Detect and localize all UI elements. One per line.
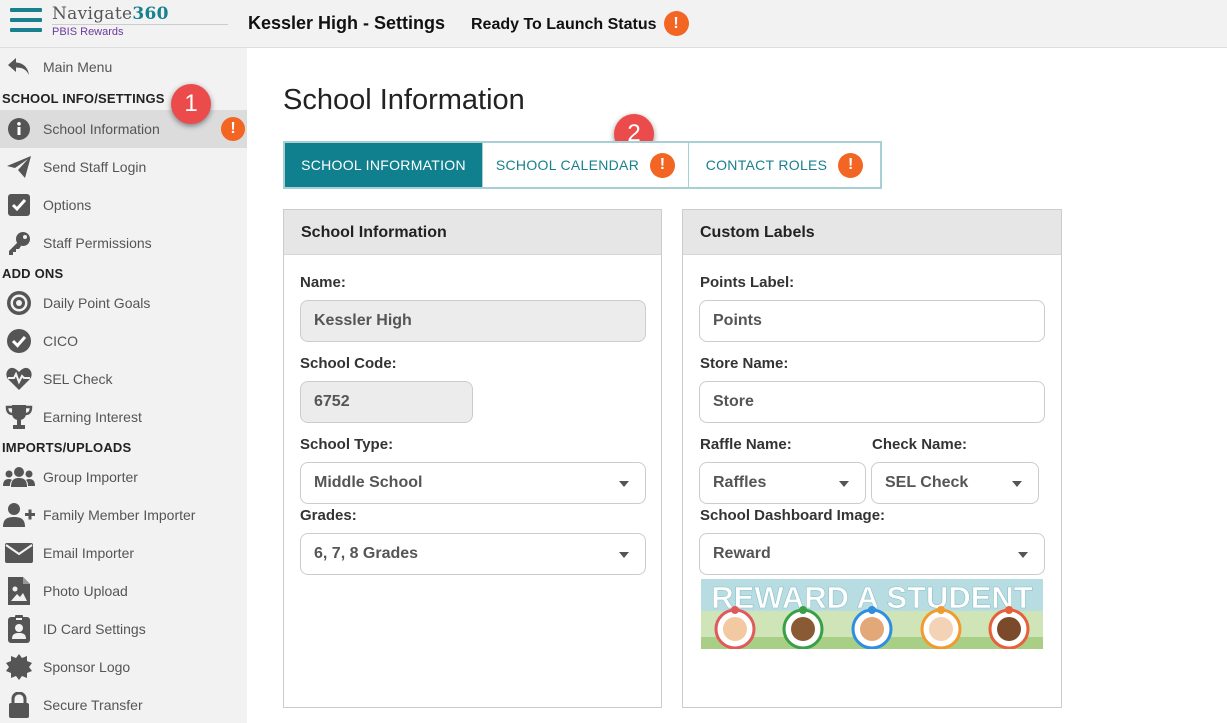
sidebar-item-label: Options: [43, 197, 92, 213]
sidebar-item-sel-check[interactable]: SEL Check: [0, 360, 247, 398]
image-file-icon: [0, 577, 38, 605]
sidebar-item-label: Main Menu: [43, 59, 113, 75]
points-label-input[interactable]: Points: [699, 300, 1045, 342]
lock-icon: [0, 692, 38, 718]
tab-school-calendar[interactable]: SCHOOL CALENDAR !: [482, 143, 688, 187]
section-add-ons: ADD ONS: [2, 266, 64, 281]
section-imports: IMPORTS/UPLOADS: [2, 440, 132, 455]
brand-name: Navigate360: [52, 4, 169, 24]
sidebar-item-photo-upload[interactable]: Photo Upload: [0, 572, 247, 610]
envelope-icon: [0, 543, 38, 563]
launch-status[interactable]: Ready To Launch Status !: [471, 11, 689, 36]
alert-icon: !: [663, 11, 689, 36]
school-information-panel: School Information Name: Kessler High Sc…: [283, 209, 662, 708]
sidebar-item-send-staff-login[interactable]: Send Staff Login: [0, 148, 247, 186]
points-label-label: Points Label:: [700, 274, 795, 291]
tab-label: SCHOOL CALENDAR: [495, 157, 640, 173]
grades-label: Grades:: [300, 507, 357, 524]
brand-divider: [52, 24, 228, 25]
tab-label: CONTACT ROLES: [705, 157, 828, 173]
sidebar-item-label: Daily Point Goals: [43, 295, 151, 311]
check-name-label: Check Name:: [872, 436, 968, 453]
school-code-label: School Code:: [300, 355, 397, 372]
raffle-name-select[interactable]: Raffles: [699, 462, 866, 504]
sidebar-item-staff-permissions[interactable]: Staff Permissions: [0, 224, 247, 262]
school-code-field[interactable]: 6752: [300, 381, 473, 423]
grades-select[interactable]: 6, 7, 8 Grades: [300, 533, 646, 575]
dashboard-image-select[interactable]: Reward: [699, 533, 1045, 575]
sidebar-item-label: CICO: [43, 333, 78, 349]
sidebar-item-label: ID Card Settings: [43, 621, 146, 637]
sidebar-item-label: Earning Interest: [43, 409, 142, 425]
sidebar-item-label: Sponsor Logo: [43, 659, 131, 675]
sidebar-item-group-importer[interactable]: Group Importer: [0, 458, 247, 496]
sidebar-item-label: Staff Permissions: [43, 235, 152, 251]
sidebar-item-school-information[interactable]: School Information !: [0, 110, 247, 148]
heart-pulse-icon: [0, 367, 38, 391]
trophy-icon: [0, 404, 38, 430]
top-bar: Navigate360 PBIS Rewards Kessler High - …: [0, 0, 1227, 48]
sidebar-item-label: Family Member Importer: [43, 507, 196, 523]
sidebar-item-family-member-importer[interactable]: Family Member Importer: [0, 496, 247, 534]
sidebar: Main Menu SCHOOL INFO/SETTINGS School In…: [0, 48, 247, 723]
check-circle-icon: [0, 328, 38, 354]
sidebar-item-id-card-settings[interactable]: ID Card Settings: [0, 610, 247, 648]
sidebar-item-sponsor-logo[interactable]: Sponsor Logo: [0, 648, 247, 686]
checkbox-icon: [0, 193, 38, 217]
name-label: Name:: [300, 274, 346, 291]
panel-header: School Information: [284, 210, 661, 255]
paper-plane-icon: [0, 155, 38, 179]
reward-banner-image: REWARD A STUDENT: [701, 579, 1043, 650]
target-icon: [0, 290, 38, 316]
user-plus-icon: [0, 502, 38, 528]
back-arrow-icon: [0, 56, 38, 78]
sidebar-item-daily-point-goals[interactable]: Daily Point Goals: [0, 284, 247, 322]
sidebar-item-options[interactable]: Options: [0, 186, 247, 224]
sidebar-item-label: Secure Transfer: [43, 697, 143, 713]
sidebar-item-label: Send Staff Login: [43, 159, 147, 175]
store-name-input[interactable]: Store: [699, 381, 1045, 423]
school-type-select[interactable]: Middle School: [300, 462, 646, 504]
sidebar-item-secure-transfer[interactable]: Secure Transfer: [0, 686, 247, 723]
settings-tabs: SCHOOL INFORMATION SCHOOL CALENDAR ! CON…: [283, 141, 882, 189]
users-icon: [0, 466, 38, 488]
alert-icon: !: [221, 117, 245, 141]
store-name-label: Store Name:: [700, 355, 789, 372]
sidebar-item-email-importer[interactable]: Email Importer: [0, 534, 247, 572]
page-title: School Information: [283, 84, 525, 116]
brand-logo: Navigate360 PBIS Rewards: [52, 4, 169, 38]
info-icon: [0, 117, 38, 141]
alert-icon: !: [650, 152, 676, 178]
school-type-label: School Type:: [300, 436, 394, 453]
panel-header: Custom Labels: [683, 210, 1061, 255]
tab-label: SCHOOL INFORMATION: [301, 157, 466, 173]
id-badge-icon: [0, 615, 38, 643]
sidebar-item-label: School Information: [43, 121, 160, 137]
sidebar-item-main-menu[interactable]: Main Menu: [0, 48, 247, 86]
hamburger-menu-icon[interactable]: [10, 8, 42, 38]
tab-school-information[interactable]: SCHOOL INFORMATION: [285, 143, 482, 187]
sidebar-item-cico[interactable]: CICO: [0, 322, 247, 360]
sidebar-alert: !: [221, 117, 245, 141]
tab-contact-roles[interactable]: CONTACT ROLES !: [688, 143, 880, 187]
check-name-select[interactable]: SEL Check: [871, 462, 1039, 504]
sidebar-item-earning-interest[interactable]: Earning Interest: [0, 398, 247, 436]
custom-labels-panel: Custom Labels Points Label: Points Store…: [682, 209, 1062, 708]
dashboard-image-label: School Dashboard Image:: [700, 507, 886, 524]
page-heading: Kessler High - Settings: [248, 13, 446, 33]
sidebar-item-label: Group Importer: [43, 469, 138, 485]
alert-icon: !: [838, 152, 864, 178]
name-field[interactable]: Kessler High: [300, 300, 646, 342]
brand-subtitle: PBIS Rewards: [52, 26, 124, 38]
key-icon: [0, 230, 38, 256]
section-school-info: SCHOOL INFO/SETTINGS: [2, 91, 165, 106]
callout-1: 1: [171, 84, 211, 124]
sidebar-item-label: Photo Upload: [43, 583, 128, 599]
raffle-name-label: Raffle Name:: [700, 436, 792, 453]
launch-status-label: Ready To Launch Status: [471, 15, 657, 33]
sidebar-item-label: SEL Check: [43, 371, 113, 387]
certificate-seal-icon: [0, 654, 38, 680]
sidebar-item-label: Email Importer: [43, 545, 135, 561]
